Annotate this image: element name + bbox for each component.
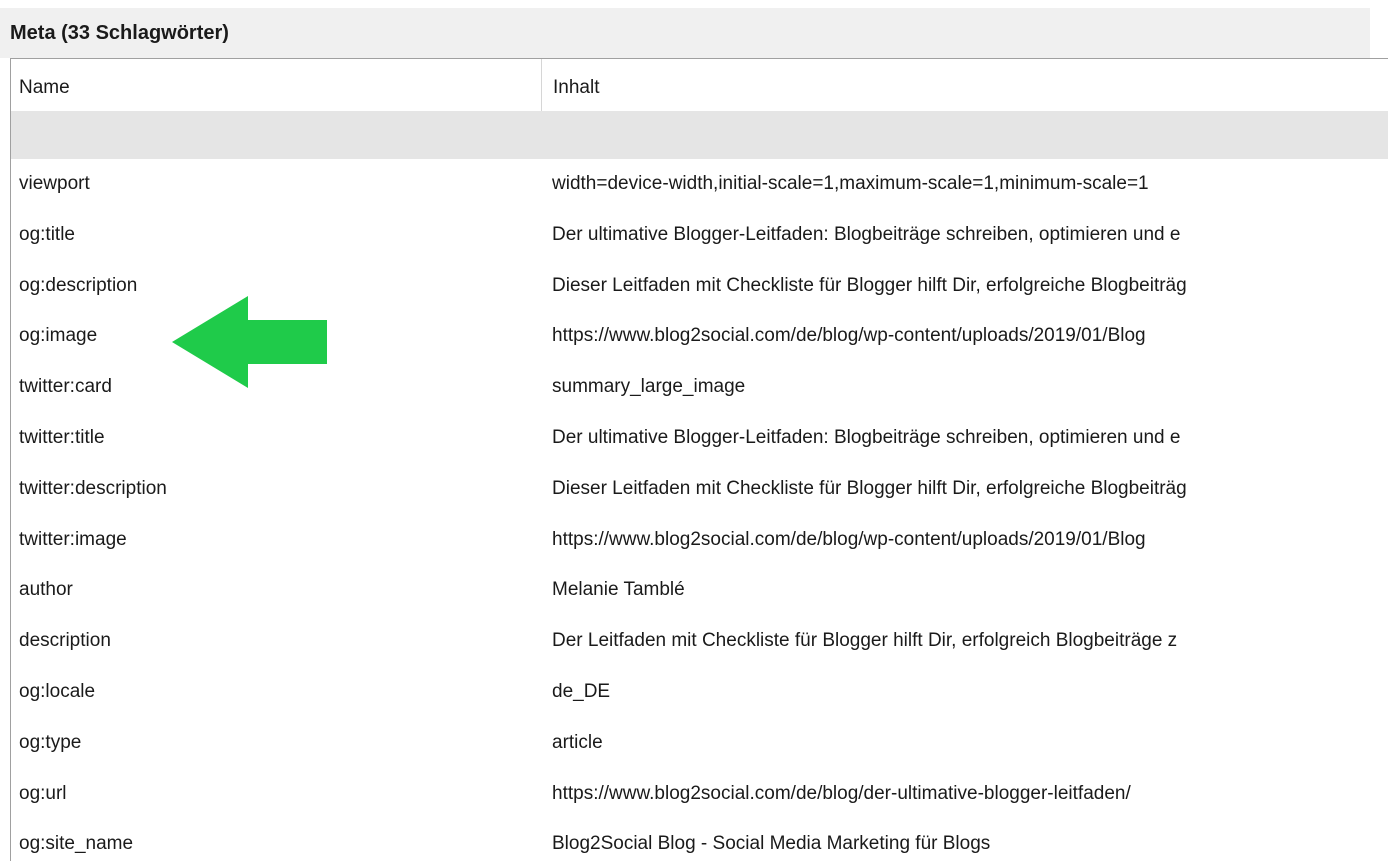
- meta-section-title: Meta (33 Schlagwörter): [0, 8, 1370, 58]
- table-row[interactable]: og:locale de_DE: [11, 667, 1388, 718]
- meta-name-cell[interactable]: twitter:image: [19, 515, 534, 566]
- meta-table: Name Inhalt viewport width=device-width,i…: [10, 58, 1388, 861]
- meta-content-cell[interactable]: Der ultimative Blogger-Leitfaden: Blogbe…: [552, 413, 1372, 464]
- meta-name-cell[interactable]: og:type: [19, 718, 534, 769]
- meta-name-cell[interactable]: twitter:title: [19, 413, 534, 464]
- filter-row[interactable]: [11, 111, 1388, 159]
- meta-panel: Meta (33 Schlagwörter) Name Inhalt viewp…: [0, 0, 1388, 861]
- table-row[interactable]: og:type article: [11, 718, 1388, 769]
- meta-content-cell[interactable]: de_DE: [552, 667, 1372, 718]
- table-row[interactable]: twitter:image https://www.blog2social.com…: [11, 515, 1388, 566]
- column-header-name[interactable]: Name: [11, 59, 541, 111]
- meta-name-cell[interactable]: twitter:description: [19, 464, 534, 515]
- meta-content-cell[interactable]: https://www.blog2social.com/de/blog/wp-c…: [552, 311, 1372, 362]
- meta-content-cell[interactable]: Der ultimative Blogger-Leitfaden: Blogbe…: [552, 210, 1372, 261]
- table-row[interactable]: twitter:description Dieser Leitfaden mit …: [11, 464, 1388, 515]
- table-row[interactable]: author Melanie Tamblé: [11, 565, 1388, 616]
- meta-name-cell[interactable]: og:locale: [19, 667, 534, 718]
- table-row[interactable]: og:title Der ultimative Blogger-Leitfaden…: [11, 210, 1388, 261]
- meta-content-cell[interactable]: https://www.blog2social.com/de/blog/wp-c…: [552, 515, 1372, 566]
- meta-content-cell[interactable]: Dieser Leitfaden mit Checkliste für Blog…: [552, 464, 1372, 515]
- arrow-left-icon: [172, 296, 327, 388]
- meta-content-cell[interactable]: Dieser Leitfaden mit Checkliste für Blog…: [552, 261, 1372, 312]
- meta-name-cell[interactable]: description: [19, 616, 534, 667]
- table-row[interactable]: twitter:title Der ultimative Blogger-Leit…: [11, 413, 1388, 464]
- meta-content-cell[interactable]: article: [552, 718, 1372, 769]
- table-row[interactable]: og:site_name Blog2Social Blog - Social Me…: [11, 819, 1388, 861]
- meta-name-cell[interactable]: og:url: [19, 769, 534, 820]
- table-row[interactable]: og:url https://www.blog2social.com/de/blo…: [11, 769, 1388, 820]
- meta-name-cell[interactable]: og:site_name: [19, 819, 534, 861]
- meta-content-cell[interactable]: width=device-width,initial-scale=1,maxim…: [552, 159, 1372, 210]
- meta-content-cell[interactable]: https://www.blog2social.com/de/blog/der-…: [552, 769, 1372, 820]
- column-header-content[interactable]: Inhalt: [541, 59, 1388, 111]
- table-row[interactable]: description Der Leitfaden mit Checkliste …: [11, 616, 1388, 667]
- meta-name-cell[interactable]: author: [19, 565, 534, 616]
- meta-name-cell[interactable]: og:title: [19, 210, 534, 261]
- table-body: viewport width=device-width,initial-scale…: [11, 159, 1388, 861]
- meta-content-cell[interactable]: Melanie Tamblé: [552, 565, 1372, 616]
- meta-name-cell[interactable]: viewport: [19, 159, 534, 210]
- meta-content-cell[interactable]: Blog2Social Blog - Social Media Marketin…: [552, 819, 1372, 861]
- table-header-row: Name Inhalt: [11, 59, 1388, 111]
- table-row[interactable]: viewport width=device-width,initial-scale…: [11, 159, 1388, 210]
- meta-content-cell[interactable]: Der Leitfaden mit Checkliste für Blogger…: [552, 616, 1372, 667]
- meta-content-cell[interactable]: summary_large_image: [552, 362, 1372, 413]
